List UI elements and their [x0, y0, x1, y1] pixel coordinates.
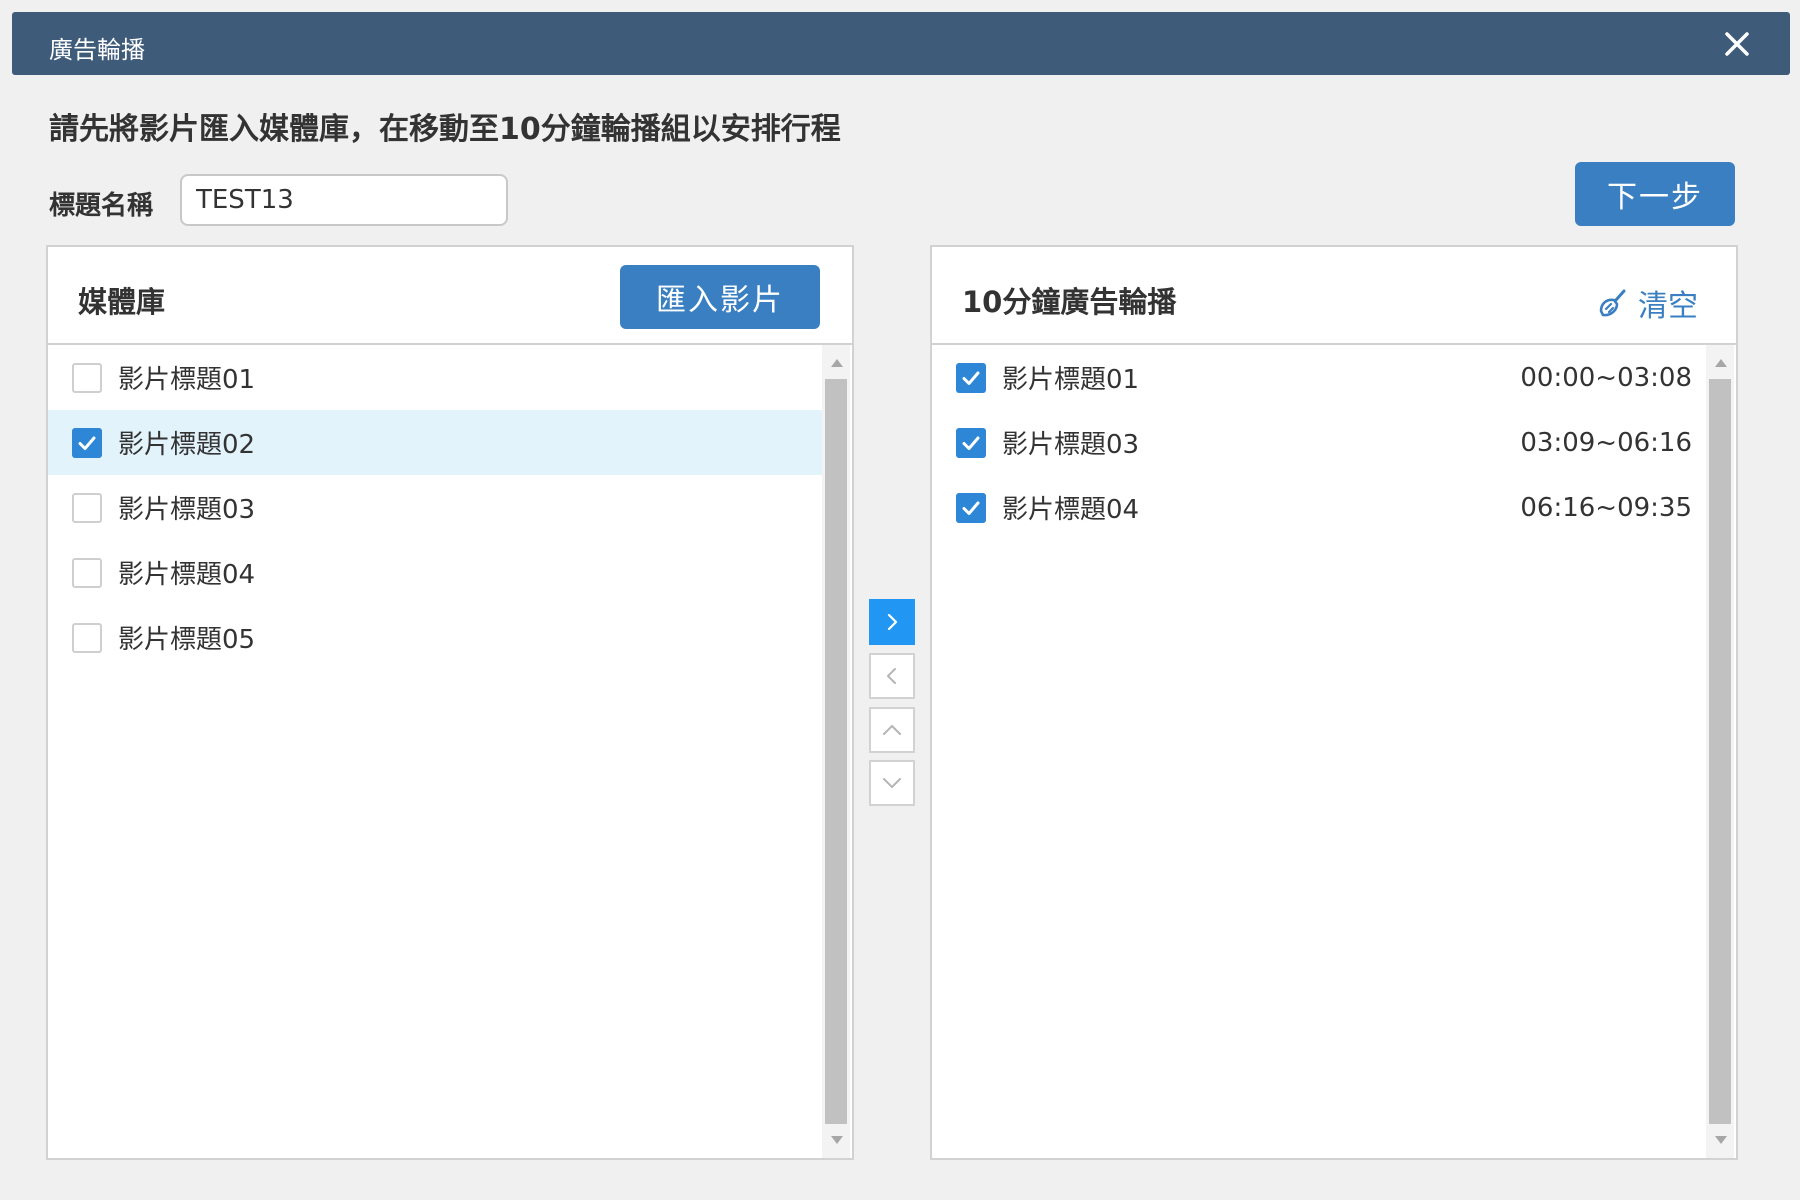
rotation-item-time: 00:00~03:08 — [1520, 362, 1692, 393]
rotation-panel: 10分鐘廣告輪播 清空 影片標題01 00:00~03:08 影片標題03 03… — [930, 245, 1738, 1160]
close-button[interactable] — [1722, 29, 1752, 59]
library-item[interactable]: 影片標題05 — [48, 605, 822, 670]
scroll-up-arrow-icon[interactable] — [831, 359, 843, 367]
library-item[interactable]: 影片標題03 — [48, 475, 822, 540]
library-item[interactable]: 影片標題02 — [48, 410, 822, 475]
move-left-button[interactable] — [869, 653, 915, 699]
next-step-button[interactable]: 下一步 — [1575, 162, 1735, 226]
checkmark-icon — [962, 371, 980, 385]
library-item-checkbox[interactable] — [72, 362, 102, 393]
scroll-down-arrow-icon[interactable] — [1715, 1136, 1727, 1144]
dialog-header: 廣告輪播 — [12, 12, 1790, 75]
media-library-scrollbar[interactable] — [822, 345, 850, 1158]
move-down-button[interactable] — [869, 760, 915, 806]
rotation-item[interactable]: 影片標題03 03:09~06:16 — [932, 410, 1706, 475]
library-item-label: 影片標題01 — [118, 365, 256, 395]
move-up-button[interactable] — [869, 707, 915, 753]
rotation-item-label: 影片標題04 — [1002, 495, 1140, 525]
media-library-header: 媒體庫 匯入影片 — [48, 247, 852, 345]
rotation-title: 10分鐘廣告輪播 — [962, 285, 1177, 319]
checkmark-icon — [78, 436, 96, 450]
scroll-down-arrow-icon[interactable] — [831, 1136, 843, 1144]
rotation-scrollbar[interactable] — [1706, 345, 1734, 1158]
clear-label: 清空 — [1638, 289, 1698, 324]
rotation-item[interactable]: 影片標題01 00:00~03:08 — [932, 345, 1706, 410]
scrollbar-thumb[interactable] — [825, 379, 847, 1124]
rotation-item-label: 影片標題01 — [1002, 365, 1140, 395]
rotation-item-checkbox[interactable] — [956, 427, 986, 458]
chevron-up-icon — [883, 725, 901, 735]
media-library-panel: 媒體庫 匯入影片 影片標題01 影片標題02 影片標題03 影片標題04 影片標… — [46, 245, 854, 1160]
title-name-input[interactable] — [180, 174, 508, 226]
library-item-label: 影片標題04 — [118, 560, 256, 590]
library-item-checkbox[interactable] — [72, 622, 102, 653]
scrollbar-thumb[interactable] — [1709, 379, 1731, 1124]
checkmark-icon — [962, 501, 980, 515]
library-item[interactable]: 影片標題04 — [48, 540, 822, 605]
import-video-button[interactable]: 匯入影片 — [620, 265, 820, 329]
library-item-checkbox[interactable] — [72, 557, 102, 588]
library-item-label: 影片標題03 — [118, 495, 256, 525]
library-item-checkbox[interactable] — [72, 492, 102, 523]
rotation-item-checkbox[interactable] — [956, 362, 986, 393]
chevron-left-icon — [887, 668, 896, 684]
rotation-item-time: 06:16~09:35 — [1520, 492, 1692, 523]
ad-rotation-dialog: 廣告輪播 請先將影片匯入媒體庫，在移動至10分鐘輪播組以安排行程 標題名稱 下一… — [0, 0, 1800, 1200]
rotation-header: 10分鐘廣告輪播 清空 — [932, 247, 1736, 345]
rotation-list: 影片標題01 00:00~03:08 影片標題03 03:09~06:16 影片… — [932, 345, 1706, 1158]
dialog-title: 廣告輪播 — [49, 36, 145, 64]
library-item-label: 影片標題05 — [118, 625, 256, 655]
broom-icon — [1599, 289, 1626, 317]
close-icon — [1725, 32, 1749, 56]
instruction-text: 請先將影片匯入媒體庫，在移動至10分鐘輪播組以安排行程 — [49, 112, 841, 147]
rotation-item[interactable]: 影片標題04 06:16~09:35 — [932, 475, 1706, 540]
media-library-list: 影片標題01 影片標題02 影片標題03 影片標題04 影片標題05 — [48, 345, 822, 1158]
library-item-label: 影片標題02 — [118, 430, 256, 460]
move-right-button[interactable] — [869, 599, 915, 645]
checkmark-icon — [962, 436, 980, 450]
rotation-item-checkbox[interactable] — [956, 492, 986, 523]
scroll-up-arrow-icon[interactable] — [1715, 359, 1727, 367]
library-item-checkbox[interactable] — [72, 427, 102, 458]
library-item[interactable]: 影片標題01 — [48, 345, 822, 410]
media-library-title: 媒體庫 — [78, 285, 166, 319]
rotation-item-time: 03:09~06:16 — [1520, 427, 1692, 458]
clear-button[interactable]: 清空 — [1596, 281, 1698, 325]
title-field-label: 標題名稱 — [49, 191, 154, 221]
chevron-down-icon — [883, 778, 901, 788]
rotation-item-label: 影片標題03 — [1002, 430, 1140, 460]
chevron-right-icon — [887, 613, 898, 631]
